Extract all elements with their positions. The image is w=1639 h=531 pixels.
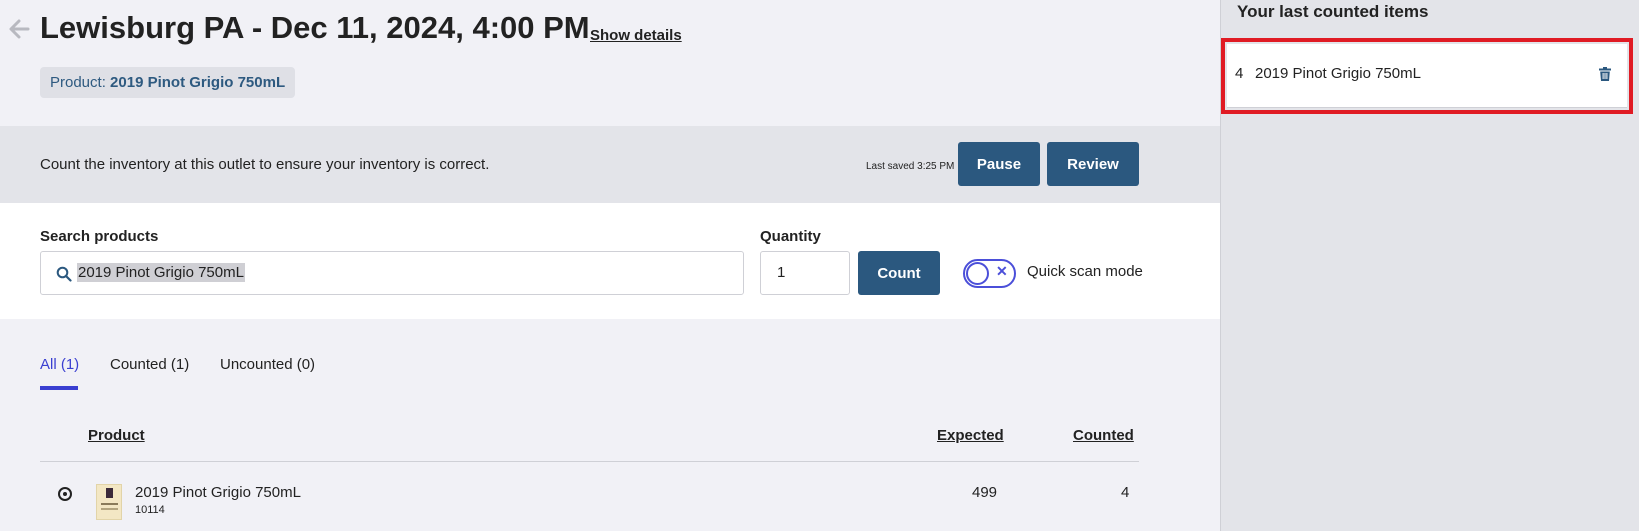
page-title: Lewisburg PA - Dec 11, 2024, 4:00 PM [40, 10, 590, 45]
tab-uncounted[interactable]: Uncounted (0) [220, 356, 315, 373]
chip-value: 2019 Pinot Grigio 750mL [110, 74, 286, 91]
list-item-name: 2019 Pinot Grigio 750mL [1255, 65, 1421, 82]
chip-label: Product: [50, 74, 106, 91]
search-icon [56, 266, 72, 282]
banner-text: Count the inventory at this outlet to en… [40, 156, 490, 173]
tab-all[interactable]: All (1) [40, 356, 79, 373]
count-button[interactable]: Count [858, 251, 940, 295]
page-header: Lewisburg PA - Dec 11, 2024, 4:00 PM Sho… [0, 0, 1220, 126]
column-header-expected[interactable]: Expected [937, 427, 1004, 444]
pause-button[interactable]: Pause [958, 142, 1040, 186]
trash-icon[interactable] [1599, 67, 1611, 81]
results-area: All (1) Counted (1) Uncounted (0) Produc… [0, 319, 1220, 531]
list-item-qty: 4 [1235, 65, 1244, 82]
row-product-name: 2019 Pinot Grigio 750mL [135, 484, 301, 501]
quantity-label: Quantity [760, 228, 821, 245]
quick-scan-toggle[interactable]: ✕ [963, 259, 1016, 288]
list-item[interactable]: 4 2019 Pinot Grigio 750mL [1221, 38, 1633, 114]
back-arrow-icon[interactable] [8, 18, 30, 40]
tab-counted[interactable]: Counted (1) [110, 356, 189, 373]
column-header-counted[interactable]: Counted [1073, 427, 1134, 444]
table-divider [40, 461, 1139, 462]
toggle-x-icon: ✕ [996, 263, 1008, 279]
list-item-body: 4 2019 Pinot Grigio 750mL [1227, 44, 1627, 108]
row-product-sku: 10114 [135, 504, 165, 516]
quick-scan-label: Quick scan mode [1027, 263, 1143, 280]
product-thumbnail [96, 484, 122, 520]
radio-icon[interactable] [58, 487, 72, 501]
search-input[interactable]: 2019 Pinot Grigio 750mL [40, 251, 744, 295]
active-tab-indicator [40, 386, 78, 390]
toggle-knob [966, 262, 989, 285]
search-label: Search products [40, 228, 159, 245]
review-button[interactable]: Review [1047, 142, 1139, 186]
main-content: Lewisburg PA - Dec 11, 2024, 4:00 PM Sho… [0, 0, 1220, 531]
sidebar-title: Your last counted items [1237, 2, 1429, 21]
row-expected: 499 [972, 484, 998, 501]
instruction-banner: Count the inventory at this outlet to en… [0, 126, 1220, 203]
product-filter-chip: Product: 2019 Pinot Grigio 750mL [40, 67, 296, 98]
show-details-link[interactable]: Show details [590, 27, 682, 44]
last-saved-text: Last saved 3:25 PM [866, 161, 955, 172]
column-header-product[interactable]: Product [88, 427, 145, 444]
last-counted-sidebar: Your last counted items 4 2019 Pinot Gri… [1220, 0, 1639, 531]
row-counted: 4 [1121, 484, 1130, 501]
search-input-value: 2019 Pinot Grigio 750mL [77, 263, 245, 282]
quantity-input[interactable]: 1 [760, 251, 850, 295]
search-panel: Search products Quantity 2019 Pinot Grig… [0, 203, 1220, 319]
